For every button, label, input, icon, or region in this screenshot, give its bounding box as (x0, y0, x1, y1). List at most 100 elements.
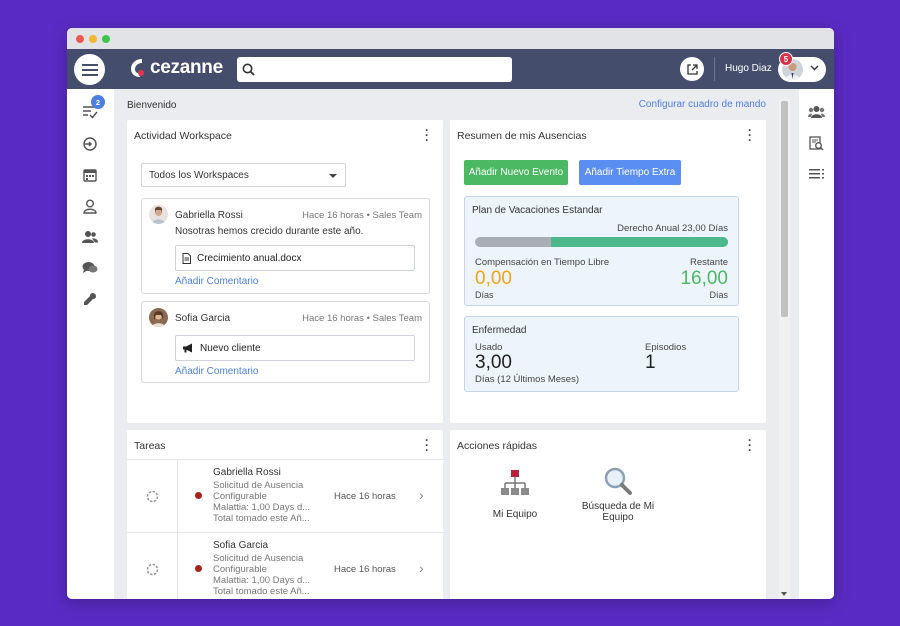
configure-dashboard-link[interactable]: Configurar cuadro de mando (639, 99, 766, 110)
calendar-icon (83, 169, 97, 182)
task-time: Hace 16 horas (334, 491, 396, 502)
search-icon (242, 63, 255, 76)
task-detail-line: Malattia: 1,00 Days d... (213, 575, 311, 586)
quick-actions-menu[interactable]: · · · (746, 434, 754, 456)
scroll-down-arrow[interactable] (781, 592, 787, 596)
add-overtime-button[interactable]: Añadir Tiempo Extra (579, 160, 681, 185)
tasks-badge: 2 (91, 95, 105, 109)
post-meta: Hace 16 horas • Sales Team (302, 210, 422, 221)
caret-down-icon (329, 174, 337, 178)
post-attachment[interactable]: Nuevo cliente (175, 335, 415, 361)
sidebar-item-calendar[interactable] (81, 166, 99, 184)
quick-action-label: Mi Equipo (492, 509, 538, 520)
open-external-button[interactable] (680, 57, 704, 81)
hamburger-icon (81, 63, 98, 76)
add-comment-link[interactable]: Añadir Comentario (175, 276, 258, 287)
task-priority-dot (195, 492, 202, 499)
hamburger-menu-button[interactable] (74, 54, 105, 85)
task-status-cell (127, 460, 178, 532)
quick-actions-title: Acciones rápidas (457, 440, 537, 452)
left-sidebar: 2 (67, 89, 114, 599)
sidebar-item-team[interactable] (81, 228, 99, 246)
task-time: Hace 16 horas (334, 564, 396, 575)
remaining-unit: Días (709, 290, 728, 300)
sidebar-item-settings[interactable] (81, 290, 99, 308)
workspace-card-menu[interactable]: · · · (423, 124, 431, 146)
user-menu-button[interactable]: 5 (778, 52, 826, 82)
sidebar-item-checkin[interactable] (81, 135, 99, 153)
sickness-episodes-value: 1 (645, 352, 656, 373)
absences-card-menu[interactable]: · · · (746, 124, 754, 146)
post-author-name[interactable]: Sofia Garcia (175, 313, 230, 324)
top-bar: cezanne Hugo Diaz 5 (67, 49, 834, 89)
spinner-icon (146, 490, 158, 502)
cezanne-logo[interactable]: cezanne (129, 57, 223, 79)
notification-badge[interactable]: 5 (779, 52, 793, 66)
task-name: Sofia Garcia (213, 540, 269, 551)
workspace-card-title: Actividad Workspace (134, 130, 232, 142)
quick-action-my-team[interactable]: Mi Equipo (470, 470, 560, 520)
add-new-event-button[interactable]: Añadir Nuevo Evento (464, 160, 568, 185)
right-item-list[interactable] (809, 168, 824, 183)
sidebar-item-messages[interactable] (81, 259, 99, 277)
quick-action-search-team[interactable]: Búsqueda de Mi Equipo (568, 466, 668, 523)
workspace-post: Gabriella Rossi Hace 16 horas • Sales Te… (141, 198, 430, 294)
org-chart-icon (501, 470, 529, 495)
report-search-icon (809, 136, 824, 151)
remaining-label: Restante (689, 257, 728, 268)
maximize-window-button[interactable] (102, 34, 110, 43)
global-search[interactable] (237, 57, 512, 82)
attachment-name: Nuevo cliente (200, 342, 261, 354)
tasks-card: Tareas · · · Gabriella Rossi Solicitud de … (127, 430, 443, 599)
post-author-avatar (149, 308, 168, 327)
task-detail-line: Solicitud de Ausencia (213, 480, 304, 491)
right-sidebar (799, 89, 834, 599)
workspace-activity-card: Actividad Workspace · · · Todos los Worksp… (127, 120, 443, 423)
task-detail: Solicitud de Ausencia Configurable Malat… (213, 553, 328, 597)
task-detail-line: Total tomado este Añ... (213, 586, 310, 597)
cezanne-wordmark: cezanne (150, 57, 223, 78)
cezanne-logo-icon (131, 59, 144, 77)
post-text: Nosotras hemos crecido durante este año. (175, 226, 364, 237)
post-author-name[interactable]: Gabriella Rossi (175, 210, 243, 221)
task-row[interactable]: Sofia Garcia Solicitud de Ausencia Confi… (127, 532, 443, 599)
scrollbar-thumb[interactable] (781, 101, 788, 317)
tasks-card-menu[interactable]: · · · (423, 434, 431, 456)
chevron-right-icon[interactable]: › (419, 487, 424, 503)
close-window-button[interactable] (76, 34, 84, 43)
main-scrollbar[interactable] (779, 99, 790, 599)
welcome-heading: Bienvenido (127, 100, 177, 111)
add-comment-link[interactable]: Añadir Comentario (175, 366, 258, 377)
search-input[interactable] (259, 59, 512, 80)
comp-time-value: 0,00 (475, 268, 512, 289)
app-window: cezanne Hugo Diaz 5 2 Bienvenido Configu… (67, 28, 834, 599)
vacation-plan-panel: Plan de Vacaciones Estandar Derecho Anua… (464, 196, 739, 306)
tasks-card-title: Tareas (134, 440, 166, 452)
right-item-report-search[interactable] (809, 136, 824, 154)
person-icon (83, 199, 97, 214)
sidebar-item-profile[interactable] (81, 197, 99, 215)
megaphone-icon (183, 343, 192, 353)
chevron-right-icon[interactable]: › (419, 560, 424, 576)
user-name: Hugo Diaz (725, 63, 772, 74)
workspace-post: Sofia Garcia Hace 16 horas • Sales Team … (141, 301, 430, 383)
sickness-used-value: 3,00 (475, 352, 512, 373)
vacation-plan-title: Plan de Vacaciones Estandar (472, 205, 603, 216)
checkin-icon (83, 137, 97, 151)
window-chrome (67, 28, 834, 49)
task-priority-dot (195, 565, 202, 572)
task-row[interactable]: Gabriella Rossi Solicitud de Ausencia Co… (127, 459, 443, 532)
post-author-avatar (149, 205, 168, 224)
people-icon (82, 231, 98, 243)
attachment-name: Crecimiento anual.docx (197, 252, 302, 264)
post-attachment[interactable]: Crecimiento anual.docx (175, 245, 415, 271)
right-item-team[interactable] (808, 105, 825, 122)
chevron-down-icon (810, 65, 819, 71)
workspace-filter-select[interactable]: Todos los Workspaces (141, 163, 346, 187)
wrench-icon (84, 292, 97, 305)
topbar-divider (714, 57, 715, 81)
document-icon (182, 252, 191, 264)
minimize-window-button[interactable] (89, 34, 97, 43)
spinner-icon (146, 563, 158, 575)
absences-summary-card: Resumen de mis Ausencias · · · Añadir Nuev… (450, 120, 766, 423)
